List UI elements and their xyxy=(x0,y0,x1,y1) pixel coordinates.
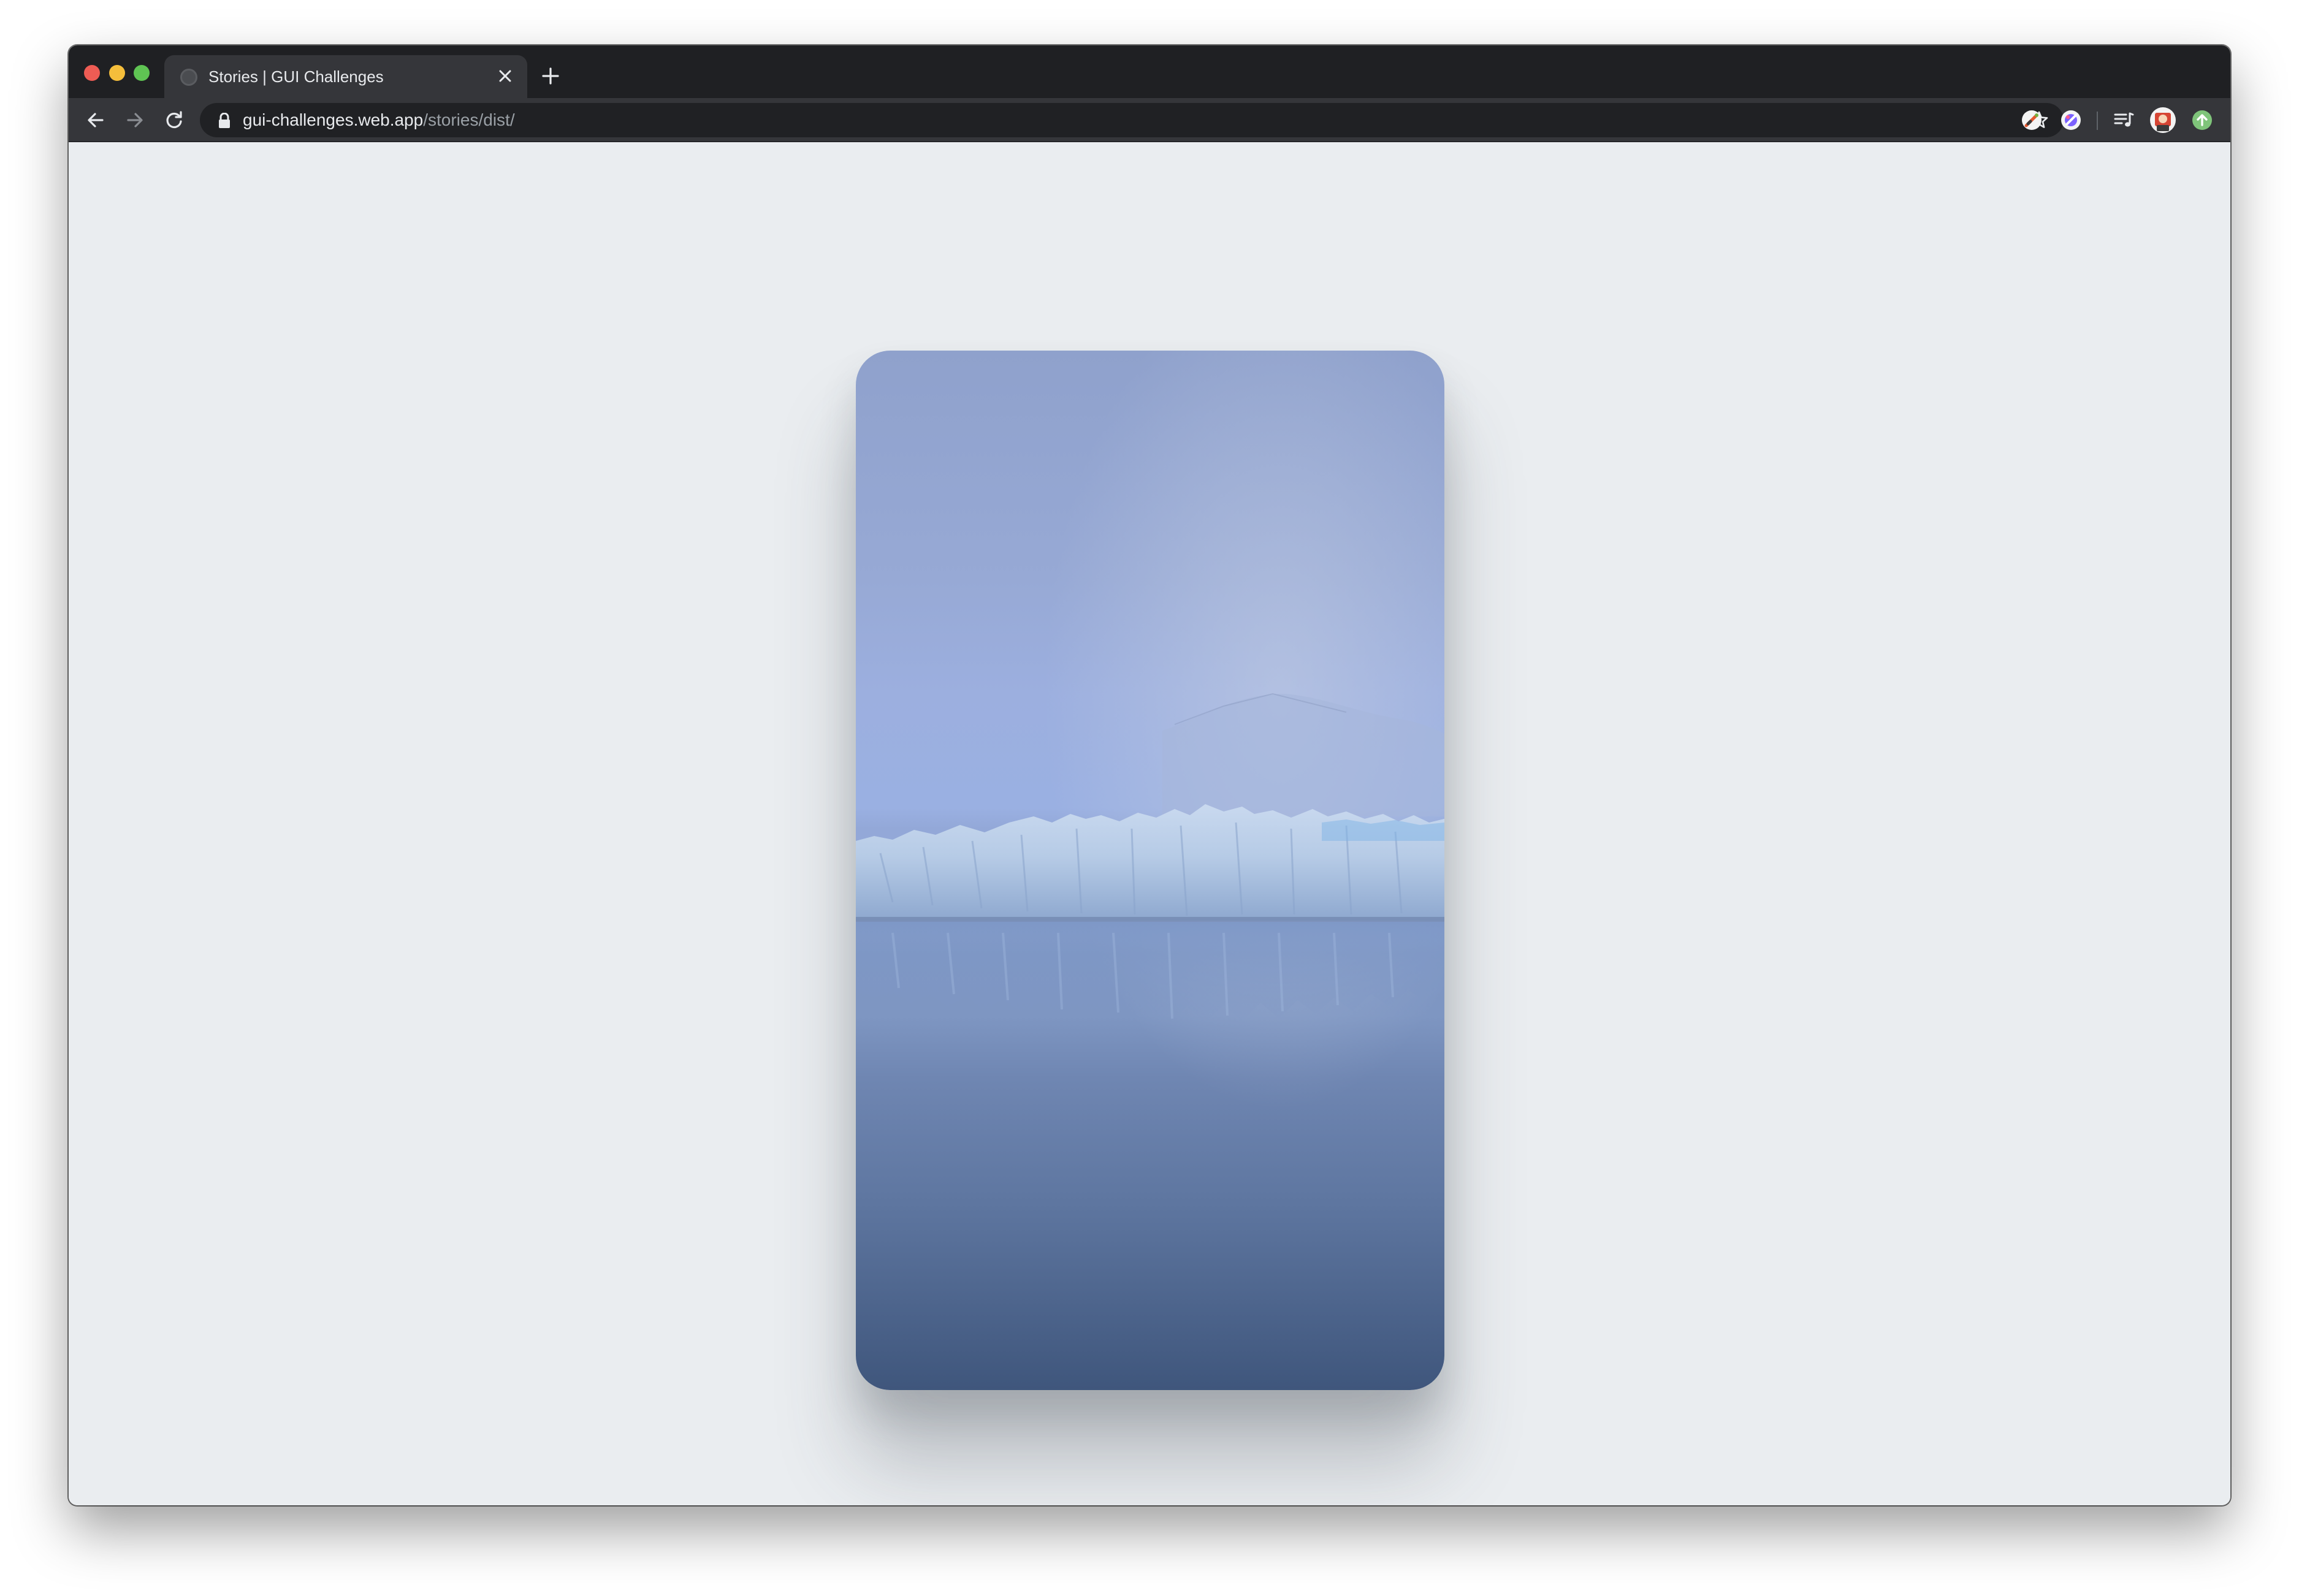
browser-window: Stories | GUI Challenges gui-challenges.… xyxy=(69,45,2230,1505)
window-minimize-button[interactable] xyxy=(109,65,125,81)
color-picker-extension-icon[interactable] xyxy=(2018,107,2045,134)
tab-stories[interactable]: Stories | GUI Challenges xyxy=(164,55,527,98)
tab-title: Stories | GUI Challenges xyxy=(208,67,384,86)
toolbar-separator xyxy=(2097,112,2098,130)
url-text[interactable]: gui-challenges.web.app/stories/dist/ xyxy=(243,110,515,130)
paint-extension-icon[interactable] xyxy=(2057,107,2084,134)
address-bar[interactable]: gui-challenges.web.app/stories/dist/ xyxy=(200,103,2064,137)
profile-avatar[interactable] xyxy=(2149,107,2176,134)
lock-icon[interactable] xyxy=(217,112,232,129)
media-queue-icon[interactable] xyxy=(2110,107,2137,134)
reload-icon[interactable] xyxy=(159,105,189,135)
update-icon[interactable] xyxy=(2189,107,2216,134)
arrow-left-icon[interactable] xyxy=(81,105,110,135)
story-card[interactable] xyxy=(856,351,1444,1390)
toolbar: gui-challenges.web.app/stories/dist/ xyxy=(69,98,2230,142)
tab-strip: Stories | GUI Challenges xyxy=(69,45,2230,98)
url-host: gui-challenges.web.app xyxy=(243,110,424,129)
plus-icon[interactable] xyxy=(537,63,564,89)
window-close-button[interactable] xyxy=(84,65,100,81)
window-maximize-button[interactable] xyxy=(134,65,150,81)
globe-icon xyxy=(180,69,197,86)
glacier-with-reflection-image xyxy=(856,351,1444,1390)
page-viewport xyxy=(69,142,2230,1505)
close-icon[interactable] xyxy=(493,64,517,88)
arrow-right-icon[interactable] xyxy=(120,105,150,135)
url-path: /stories/dist/ xyxy=(423,110,515,129)
